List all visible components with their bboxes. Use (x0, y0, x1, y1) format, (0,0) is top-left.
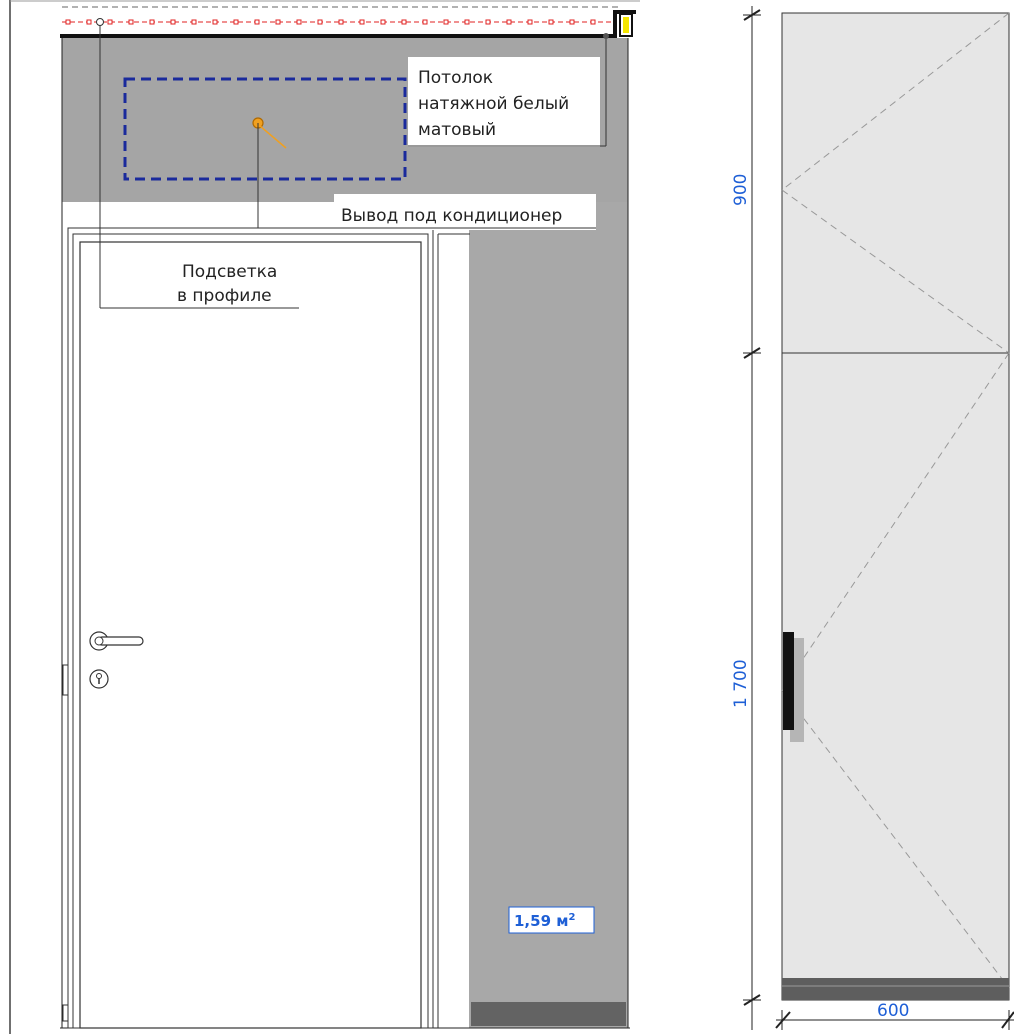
area-value: 1,59 м (514, 912, 569, 930)
led-dot (338, 19, 344, 25)
cabinet-plinth (782, 978, 1009, 1000)
led-dot (548, 19, 554, 25)
led-dot (149, 19, 155, 25)
door-hinge (62, 664, 69, 696)
area-tag: 1,59 м2 (508, 906, 595, 934)
led-dot (212, 19, 218, 25)
lighting-label-line1: Подсветка (182, 262, 277, 282)
wall-baseboard (471, 1002, 626, 1026)
led-dot (107, 19, 113, 25)
cabinet-body (781, 12, 1010, 1001)
led-strip (62, 19, 612, 25)
led-dot (506, 19, 512, 25)
cabinet-handle (783, 632, 794, 730)
led-dot (86, 19, 92, 25)
ceiling-label-line1: Потолок (418, 68, 493, 88)
led-dot (254, 19, 260, 25)
led-dot (191, 19, 197, 25)
door (62, 227, 470, 1029)
led-dot (170, 19, 176, 25)
led-dot (128, 19, 134, 25)
svg-text:1,59 м2: 1,59 м2 (514, 912, 576, 930)
led-dot (443, 19, 449, 25)
led-dot (380, 19, 386, 25)
fixture-light (623, 17, 629, 33)
elevation-drawing: Потолок натяжной белый матовый Вывод под… (9, 0, 1014, 1034)
led-dot (527, 19, 533, 25)
led-dot (464, 19, 470, 25)
ceiling-label-line2: натяжной белый (418, 94, 569, 114)
lighting-label-line2: в профиле (177, 286, 272, 306)
led-dot (296, 19, 302, 25)
led-dot (485, 19, 491, 25)
led-dot (317, 19, 323, 25)
led-dot (359, 19, 365, 25)
led-dot (275, 19, 281, 25)
dim-lower-height: 1 700 (731, 659, 751, 708)
ceiling-label-line3: матовый (418, 120, 496, 140)
area-superscript: 2 (569, 912, 576, 923)
led-dot (401, 19, 407, 25)
led-dot (422, 19, 428, 25)
led-dot (569, 19, 575, 25)
led-dot (65, 19, 71, 25)
wall-column (469, 202, 628, 1028)
cabinet-elevation: 900 1 700 600 (731, 6, 1014, 1030)
dim-upper-height: 900 (731, 174, 751, 206)
dim-width: 600 (877, 1001, 909, 1021)
ac-label: Вывод под кондиционер (341, 206, 562, 226)
keyhole-icon (89, 669, 109, 689)
led-dot (233, 19, 239, 25)
left-elevation: Потолок натяжной белый матовый Вывод под… (60, 6, 636, 1029)
led-dot (590, 19, 596, 25)
